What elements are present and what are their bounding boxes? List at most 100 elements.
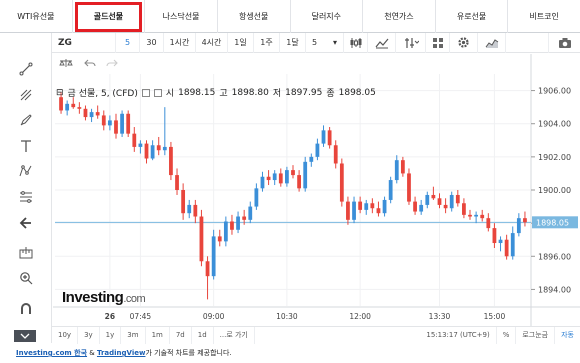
range-1y[interactable]: 1y [100, 326, 122, 344]
ruler-icon [19, 247, 33, 259]
interval-label: 1일 [234, 38, 247, 47]
tab-bitcoin[interactable]: 비트코인 [508, 0, 580, 33]
candle-body [217, 236, 222, 242]
amp-text: & [87, 349, 97, 357]
candle-body [486, 218, 491, 229]
candle-style-button[interactable] [344, 32, 368, 53]
collapse-legend-icon[interactable]: ⊟ [56, 88, 64, 98]
interval-label: 30 [146, 38, 157, 47]
current-price-tag: 1898.05 [532, 216, 578, 229]
range-10y[interactable]: 10y [52, 326, 79, 344]
legend-title: 금 선물, 5, (CFD) [67, 89, 138, 99]
candle-body [120, 113, 124, 134]
x-tick-label: 15:00 [484, 312, 506, 321]
candle-body [223, 221, 228, 242]
brush-tool[interactable] [16, 110, 36, 130]
low-value: 1897.95 [285, 87, 323, 98]
timezone-button[interactable]: 15:13:17 (UTC+9) [420, 326, 497, 344]
tab-gold[interactable]: 골드선물 [73, 0, 146, 33]
range-3y[interactable]: 3y [78, 326, 100, 344]
magnet-tool[interactable] [16, 299, 36, 319]
investing-link[interactable]: Investing.com 한국 [16, 348, 87, 358]
candle-body [382, 199, 387, 214]
investing-logo: Investing.com [62, 289, 146, 306]
interval-1w[interactable]: 1주 [254, 32, 280, 53]
compare-icon [375, 38, 388, 48]
study-templates-button[interactable] [478, 32, 506, 53]
candle-body [468, 214, 472, 217]
text-tool[interactable] [16, 136, 36, 156]
range-1d[interactable]: 1d [192, 326, 214, 344]
candle-body [254, 188, 259, 207]
tab-nasdaq[interactable]: 나스닥선물 [145, 0, 218, 33]
interval-dropdown[interactable]: 5 ▾ [306, 32, 344, 53]
back-arrow-tool[interactable] [16, 213, 36, 233]
candle-body [260, 176, 265, 189]
grid-icon [432, 37, 443, 48]
candle-body [150, 145, 155, 159]
range-1m[interactable]: 1m [146, 326, 170, 344]
interval-5[interactable]: 5 [116, 32, 140, 53]
tab-label: WTI유선물 [17, 12, 55, 21]
range-label: 1m [151, 331, 163, 339]
visibility-icon[interactable] [141, 88, 150, 97]
candle-body [321, 130, 326, 144]
tab-wti[interactable]: WTI유선물 [0, 0, 73, 33]
range-label: 3m [127, 331, 139, 339]
log-scale-toggle[interactable]: 로그눈금 [516, 326, 556, 344]
percent-toggle[interactable]: % [497, 326, 517, 344]
low-label: 저 [272, 89, 282, 99]
logo-suffix: .com [123, 293, 146, 305]
snapshot-button[interactable] [548, 32, 580, 53]
candle-body [407, 173, 411, 202]
attribution-text: 가 기술적 차트를 제공합니다. [145, 349, 232, 357]
y-axis: 1894.001896.001898.001900.001902.001904.… [531, 87, 571, 294]
gear-icon [458, 37, 469, 48]
x-tick-label: 10:30 [276, 312, 298, 321]
interval-4h[interactable]: 4시간 [196, 32, 228, 53]
compare-button[interactable] [368, 32, 396, 53]
tab-dollar-index[interactable]: 달러지수 [291, 0, 364, 33]
tab-label: 나스닥선물 [162, 12, 200, 21]
interval-1d[interactable]: 1일 [228, 32, 254, 53]
tab-hangseng[interactable]: 항셍선물 [218, 0, 291, 33]
candle-body [492, 228, 497, 244]
candle-body [181, 190, 186, 214]
candle-body [162, 146, 167, 151]
candle-body [175, 175, 179, 190]
interval-1m[interactable]: 1달 [280, 32, 306, 53]
tab-natural-gas[interactable]: 천연가스 [363, 0, 436, 33]
range-3m[interactable]: 3m [121, 326, 146, 344]
auto-scale-toggle[interactable]: 자동 [555, 327, 580, 344]
brush-icon [20, 114, 32, 126]
candle-body [187, 204, 192, 214]
trendline-tool[interactable] [16, 59, 36, 79]
settings-small-icon[interactable] [153, 88, 162, 97]
high-value: 1898.80 [231, 87, 269, 98]
goto-date-button[interactable]: ...로 가기 [214, 326, 255, 344]
collapse-toolbar-button[interactable] [14, 330, 36, 342]
zoom-tool[interactable] [16, 268, 36, 288]
tradingview-link[interactable]: TradingView [97, 349, 146, 357]
prediction-tool[interactable] [16, 187, 36, 207]
candle-body [346, 201, 350, 220]
range-7d[interactable]: 7d [170, 326, 192, 344]
candle-body [462, 203, 466, 215]
indicators-button[interactable] [396, 32, 426, 53]
candle-body [193, 204, 198, 217]
templates-button[interactable] [426, 32, 450, 53]
tab-euro[interactable]: 유로선물 [436, 0, 509, 33]
fib-tool[interactable] [16, 85, 36, 105]
symbol-search[interactable]: ZG [52, 32, 116, 53]
candle-body [480, 214, 485, 219]
chart-toolbar: ZG 5 30 1시간 4시간 1일 1주 1달 5 ▾ [0, 32, 580, 53]
indicators-icon [404, 37, 419, 48]
interval-30[interactable]: 30 [140, 32, 164, 53]
interval-1h[interactable]: 1시간 [164, 32, 196, 53]
settings-button[interactable] [450, 32, 478, 53]
candle-body [156, 145, 161, 151]
ruler-tool[interactable] [16, 243, 36, 263]
pattern-tool[interactable] [16, 161, 36, 181]
candle-body [315, 143, 320, 157]
open-value: 1898.15 [178, 87, 216, 98]
